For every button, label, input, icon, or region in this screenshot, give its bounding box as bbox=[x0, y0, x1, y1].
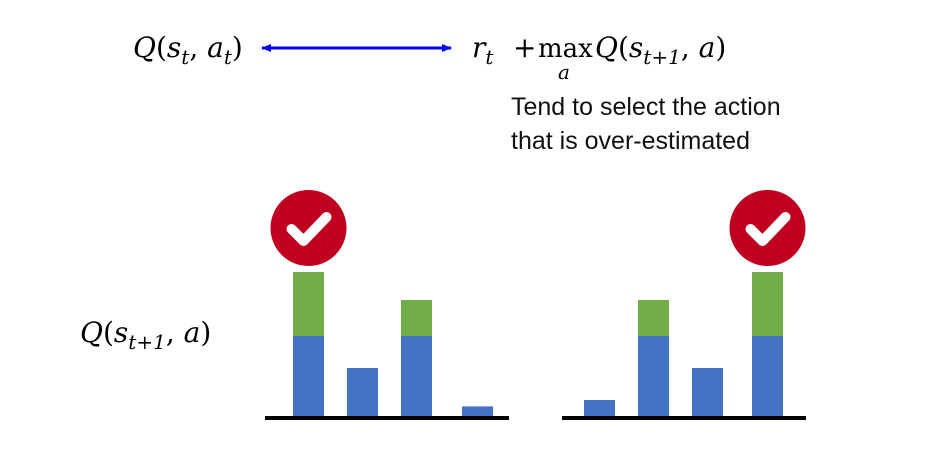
equation-rhs-reward: rt bbox=[472, 31, 494, 69]
chart-1-bar-1-true-value bbox=[293, 336, 324, 416]
diagram-canvas: Q(st, at) rt + max a Q(st+1, a) Q(st+1, … bbox=[80, 31, 806, 420]
chart-2-bar-4-true-value bbox=[752, 336, 783, 416]
equation-rhs-q: Q(st+1, a) bbox=[595, 31, 726, 69]
q-value-bar-charts bbox=[265, 190, 806, 420]
equation-rhs-max-subscript: a bbox=[558, 60, 570, 84]
equation-rhs-plus: + bbox=[513, 31, 536, 64]
chart-1-bar-3-over-estimate bbox=[401, 300, 432, 336]
chart-2-selected-badge bbox=[729, 190, 806, 266]
chart-2-bar-1-true-value bbox=[584, 400, 615, 416]
chart-1-selected-badge bbox=[270, 190, 347, 266]
note-line-1: Tend to select the action bbox=[511, 93, 781, 121]
chart-2-bar-2-true-value bbox=[638, 336, 669, 416]
q-value-label: Q(st+1, a) bbox=[80, 316, 211, 354]
chart-2-bar-2-over-estimate bbox=[638, 300, 669, 336]
note-line-2: that is over-estimated bbox=[511, 127, 750, 155]
chart-1-bar-2-true-value bbox=[347, 368, 378, 416]
chart-1-bar-1-over-estimate bbox=[293, 272, 324, 336]
over-estimation-note: Tend to select the action that is over-e… bbox=[511, 90, 911, 158]
chart-1-bar-4-true-value bbox=[462, 406, 493, 416]
equation-lhs: Q(st, at) bbox=[133, 31, 243, 69]
chart-2-bar-3-true-value bbox=[692, 368, 723, 416]
chart-1-bar-3-true-value bbox=[401, 336, 432, 416]
chart-2-bar-4-over-estimate bbox=[752, 272, 783, 336]
